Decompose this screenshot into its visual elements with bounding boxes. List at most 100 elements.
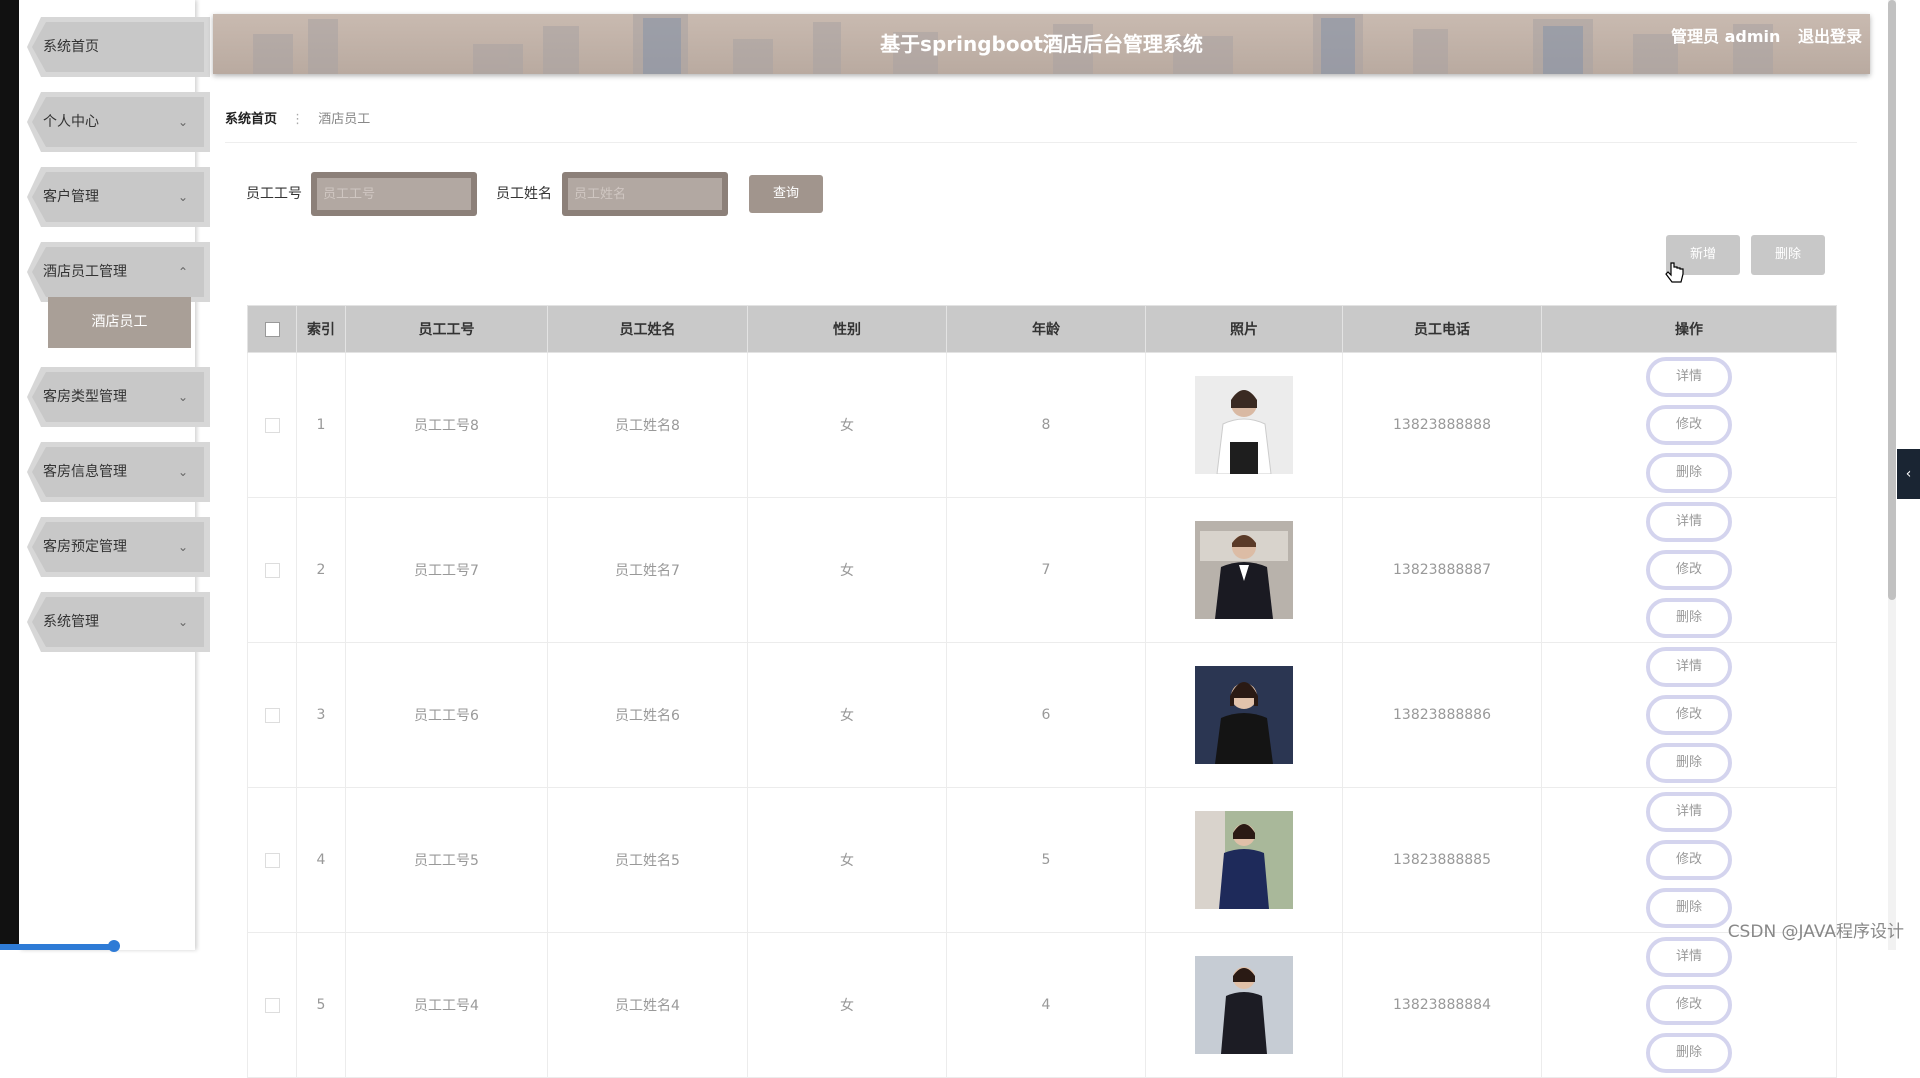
sidebar-item-home[interactable]: 系统首页 <box>27 17 210 77</box>
employee-photo <box>1195 521 1293 619</box>
ops-cell: 详情 修改 删除 <box>1541 932 1837 1078</box>
column-header: 索引 <box>296 305 346 353</box>
row-checkbox[interactable] <box>264 562 280 578</box>
detail-button[interactable]: 详情 <box>1646 647 1732 687</box>
row-select-cell <box>247 352 297 498</box>
query-button[interactable]: 查询 <box>749 175 823 213</box>
chevron-down-icon: ⌄ <box>177 390 188 404</box>
table-row: 1 员工工号8 员工姓名8 女 8 13823888888 详情 修改 删除 <box>247 352 1837 498</box>
row-select-cell <box>247 787 297 933</box>
table-header-row: 索引 员工工号 员工姓名 性别 年龄 照片 员工电话 操作 <box>247 305 1837 353</box>
detail-button[interactable]: 详情 <box>1646 792 1732 832</box>
employee-photo <box>1195 376 1293 474</box>
hand-cursor-icon <box>1665 262 1684 283</box>
staff-table: 索引 员工工号 员工姓名 性别 年龄 照片 员工电话 操作 1 员工工号8 员工… <box>247 305 1837 1078</box>
sidebar-item-reservations[interactable]: 客房预定管理 ⌄ <box>27 517 210 577</box>
edit-button[interactable]: 修改 <box>1646 695 1732 735</box>
select-all-checkbox[interactable] <box>264 321 280 337</box>
edit-button[interactable]: 修改 <box>1646 840 1732 880</box>
delete-button[interactable]: 删除 <box>1646 598 1732 638</box>
employee-id-cell: 员工工号7 <box>345 497 548 643</box>
edit-button[interactable]: 修改 <box>1646 985 1732 1025</box>
index-cell: 4 <box>296 787 346 933</box>
scrollbar-thumb[interactable] <box>1888 0 1896 600</box>
sidebar-item-system[interactable]: 系统管理 ⌄ <box>27 592 210 652</box>
batch-delete-button[interactable]: 删除 <box>1751 235 1825 275</box>
detail-button[interactable]: 详情 <box>1646 357 1732 397</box>
sidebar-item-label: 客房预定管理 <box>43 539 127 555</box>
breadcrumb: 系统首页 ⋮ 酒店员工 <box>225 108 370 127</box>
ops-cell: 详情 修改 删除 <box>1541 352 1837 498</box>
row-actions: 详情 修改 删除 <box>1599 933 1779 1077</box>
delete-button[interactable]: 删除 <box>1646 888 1732 928</box>
watermark: CSDN @JAVA程序设计 <box>1727 922 1904 942</box>
sidebar: 系统首页 个人中心 ⌄ 客户管理 ⌄ 酒店员工管理 ⌃ 客房类型管理 ⌄ 客房信… <box>19 0 210 950</box>
employee-name-cell: 员工姓名4 <box>547 932 748 1078</box>
sidebar-subitem-staff[interactable]: 酒店员工 <box>48 297 191 348</box>
edit-button[interactable]: 修改 <box>1646 550 1732 590</box>
edit-button[interactable]: 修改 <box>1646 405 1732 445</box>
employee-photo <box>1195 666 1293 764</box>
age-cell: 8 <box>946 352 1146 498</box>
collapse-panel-button[interactable]: ‹ <box>1897 449 1920 499</box>
divider <box>225 142 1857 143</box>
breadcrumb-current: 酒店员工 <box>318 112 371 127</box>
photo-cell <box>1145 497 1343 643</box>
chevron-down-icon: ⌄ <box>177 115 188 129</box>
detail-button[interactable]: 详情 <box>1646 937 1732 977</box>
breadcrumb-separator: ⋮ <box>291 112 305 127</box>
employee-name-cell: 员工姓名8 <box>547 352 748 498</box>
gender-cell: 女 <box>747 787 947 933</box>
photo-cell <box>1145 642 1343 788</box>
logout-link[interactable]: 退出登录 <box>1798 27 1862 46</box>
breadcrumb-home[interactable]: 系统首页 <box>225 112 277 127</box>
delete-button[interactable]: 删除 <box>1646 743 1732 783</box>
video-progress-bar[interactable] <box>0 944 115 950</box>
index-cell: 2 <box>296 497 346 643</box>
row-checkbox[interactable] <box>264 707 280 723</box>
row-checkbox[interactable] <box>264 417 280 433</box>
column-header: 性别 <box>747 305 947 353</box>
employee-id-cell: 员工工号4 <box>345 932 548 1078</box>
column-header: 员工工号 <box>345 305 548 353</box>
gender-cell: 女 <box>747 642 947 788</box>
index-cell: 5 <box>296 932 346 1078</box>
ops-cell: 详情 修改 删除 <box>1541 787 1837 933</box>
video-progress-handle[interactable] <box>108 940 120 952</box>
sidebar-item-profile[interactable]: 个人中心 ⌄ <box>27 92 210 152</box>
column-header: 员工电话 <box>1342 305 1542 353</box>
index-cell: 3 <box>296 642 346 788</box>
select-all-cell <box>247 305 297 353</box>
sidebar-item-staff[interactable]: 酒店员工管理 ⌃ <box>27 242 210 302</box>
row-checkbox[interactable] <box>264 852 280 868</box>
column-header: 照片 <box>1145 305 1343 353</box>
employee-name-input[interactable] <box>568 178 722 210</box>
sidebar-item-room-types[interactable]: 客房类型管理 ⌄ <box>27 367 210 427</box>
phone-cell: 13823888887 <box>1342 497 1542 643</box>
phone-cell: 13823888885 <box>1342 787 1542 933</box>
row-checkbox[interactable] <box>264 997 280 1013</box>
sidebar-item-label: 客户管理 <box>43 189 99 205</box>
sidebar-item-label: 酒店员工管理 <box>43 264 127 280</box>
row-actions: 详情 修改 删除 <box>1599 788 1779 932</box>
top-header: 基于springboot酒店后台管理系统 管理员 admin 退出登录 <box>213 14 1870 74</box>
ops-cell: 详情 修改 删除 <box>1541 497 1837 643</box>
sidebar-item-customers[interactable]: 客户管理 ⌄ <box>27 167 210 227</box>
table-row: 5 员工工号4 员工姓名4 女 4 13823888884 详情 修改 删除 <box>247 932 1837 1078</box>
sidebar-item-label: 个人中心 <box>43 114 99 130</box>
employee-photo <box>1195 811 1293 909</box>
delete-button[interactable]: 删除 <box>1646 1033 1732 1073</box>
sidebar-item-room-info[interactable]: 客房信息管理 ⌄ <box>27 442 210 502</box>
detail-button[interactable]: 详情 <box>1646 502 1732 542</box>
gender-cell: 女 <box>747 932 947 1078</box>
delete-button[interactable]: 删除 <box>1646 453 1732 493</box>
sidebar-item-label: 系统管理 <box>43 614 99 630</box>
chevron-down-icon: ⌄ <box>177 540 188 554</box>
index-cell: 1 <box>296 352 346 498</box>
employee-id-cell: 员工工号8 <box>345 352 548 498</box>
chevron-down-icon: ⌄ <box>177 465 188 479</box>
search-box-name <box>562 172 728 216</box>
employee-id-input[interactable] <box>317 178 471 210</box>
employee-photo <box>1195 956 1293 1054</box>
employee-id-cell: 员工工号6 <box>345 642 548 788</box>
